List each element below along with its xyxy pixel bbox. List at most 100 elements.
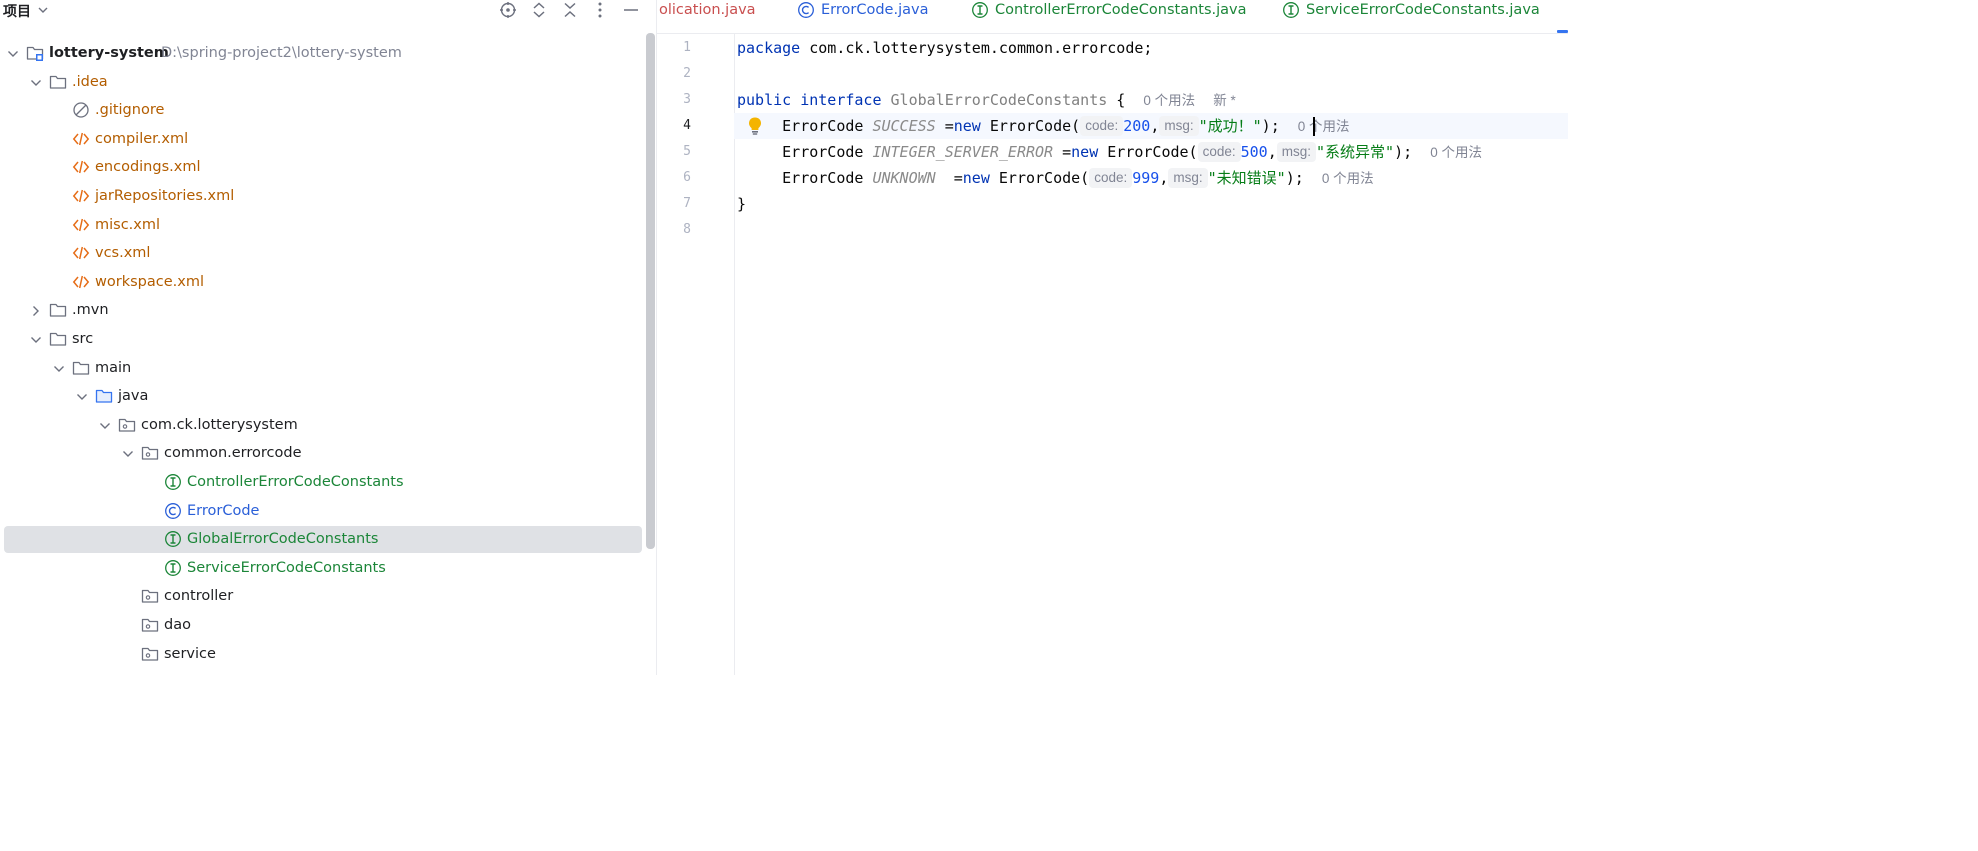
tree-item-label: main (95, 360, 132, 376)
tree-item[interactable]: dao (4, 612, 642, 639)
tree-item[interactable]: src (4, 326, 642, 353)
tree-item[interactable]: .idea (4, 69, 642, 96)
constant-name: INTEGER_SERVER_ERROR (872, 143, 1054, 161)
editor-tab-bar: olication.java ErrorCode.java Controller… (657, 0, 1568, 34)
line-number: 8 (683, 222, 691, 237)
tree-item[interactable]: workspace.xml (4, 269, 642, 296)
param-hint-code: code: (1197, 142, 1241, 162)
type-name: ErrorCode (782, 169, 864, 187)
folder-icon (49, 303, 67, 317)
code-editor: olication.java ErrorCode.java Controller… (657, 0, 1568, 675)
tree-item-label: misc.xml (95, 217, 161, 233)
tree-item-label: com.ck.lotterysystem (141, 417, 298, 433)
tree-item-label: jarRepositories.xml (95, 188, 235, 204)
tree-item[interactable]: ServiceErrorCodeConstants (4, 555, 642, 582)
tree-item[interactable]: service (4, 641, 642, 668)
tree-item[interactable]: controller (4, 583, 642, 610)
project-panel-title[interactable]: 项目 (3, 1, 31, 21)
project-panel-header: 项目 (0, 0, 646, 22)
author-hint[interactable]: 新 * (1213, 93, 1236, 108)
interface-icon (972, 2, 988, 18)
tree-item[interactable]: ControllerErrorCodeConstants (4, 469, 642, 496)
constructor-call: ErrorCode( (998, 169, 1090, 187)
code-line-3[interactable]: public interface GlobalErrorCodeConstant… (737, 87, 1236, 113)
expand-all-icon[interactable] (530, 1, 548, 19)
tree-item-label: .idea (72, 74, 108, 90)
tree-item[interactable]: GlobalErrorCodeConstants (4, 526, 642, 553)
tree-item-label: service (164, 646, 216, 662)
tree-item[interactable]: .gitignore (4, 97, 642, 124)
source-folder-icon (95, 389, 113, 403)
tree-item[interactable]: misc.xml (4, 212, 642, 239)
chevron-down-icon[interactable] (37, 3, 49, 17)
lightbulb-icon[interactable] (746, 116, 764, 136)
line-number: 5 (683, 144, 691, 159)
project-tree-scrollbar[interactable] (646, 33, 655, 549)
chevron-down-icon[interactable] (52, 362, 66, 376)
tab-label: ServiceErrorCodeConstants.java (1306, 2, 1540, 18)
more-options-icon[interactable] (591, 1, 609, 19)
chevron-down-icon[interactable] (121, 447, 135, 461)
type-name: ErrorCode (782, 143, 864, 161)
usages-hint[interactable]: 0 个用法 (1298, 119, 1350, 134)
tab-label: ControllerErrorCodeConstants.java (995, 2, 1247, 18)
chevron-down-icon[interactable] (29, 333, 43, 347)
tree-item-label: controller (164, 588, 234, 604)
tree-item[interactable]: encodings.xml (4, 154, 642, 181)
tree-item-label: vcs.xml (95, 245, 151, 261)
tree-item[interactable]: ErrorCode (4, 498, 642, 525)
package-icon (141, 618, 159, 632)
tree-item[interactable]: .mvn (4, 297, 642, 324)
collapse-all-icon[interactable] (561, 1, 579, 19)
code-line-5[interactable]: ErrorCode INTEGER_SERVER_ERROR =new Erro… (737, 139, 1482, 165)
xml-file-icon (72, 275, 90, 289)
project-path: D:\spring-project2\lottery-system (161, 45, 402, 61)
chevron-right-icon[interactable] (29, 304, 43, 318)
code-line-7[interactable]: } (737, 191, 746, 217)
usages-hint[interactable]: 0 个用法 (1430, 145, 1482, 160)
code-line-4[interactable]: ErrorCode SUCCESS =new ErrorCode(code: 20… (737, 113, 1350, 139)
param-hint-code: code: (1080, 116, 1124, 136)
line-number: 1 (683, 40, 691, 55)
folder-icon (72, 361, 90, 375)
tree-item[interactable]: com.ck.lotterysystem (4, 412, 642, 439)
tree-item[interactable]: main (4, 355, 642, 382)
tree-item[interactable]: common.errorcode (4, 440, 642, 467)
chevron-down-icon[interactable] (98, 419, 112, 433)
tree-item[interactable]: lottery-system D:\spring-project2\lottery… (4, 40, 642, 67)
interface-name: GlobalErrorCodeConstants (890, 91, 1108, 109)
code-line-1[interactable]: package com.ck.lotterysystem.common.erro… (737, 35, 1152, 61)
chevron-down-icon[interactable] (29, 76, 43, 90)
minimize-icon[interactable] (622, 1, 640, 19)
msg-value: "成功！" (1198, 117, 1262, 135)
tree-item-label: encodings.xml (95, 159, 201, 175)
chevron-down-icon[interactable] (6, 47, 20, 61)
code-area[interactable]: package com.ck.lotterysystem.common.erro… (734, 34, 1568, 675)
tree-item-label: lottery-system (49, 45, 169, 61)
class-icon (798, 2, 814, 18)
constant-name: SUCCESS (872, 117, 936, 135)
code-value: 200 (1123, 117, 1151, 135)
chevron-down-icon[interactable] (75, 390, 89, 404)
keyword: interface (800, 91, 882, 109)
line-number: 6 (683, 170, 691, 185)
param-hint-msg: msg: (1276, 142, 1317, 162)
keyword: public (737, 91, 792, 109)
keyword: new (953, 117, 981, 135)
editor-gutter[interactable]: 1 2 3 4 5 6 7 8 (657, 34, 735, 675)
close-brace: } (737, 195, 747, 213)
usages-hint[interactable]: 0 个用法 (1143, 93, 1195, 108)
code-line-6[interactable]: ErrorCode UNKNOWN =new ErrorCode(code: 99… (737, 165, 1374, 191)
line-number: 4 (683, 118, 691, 133)
tree-item[interactable]: compiler.xml (4, 126, 642, 153)
interface-icon (165, 531, 181, 547)
usages-hint[interactable]: 0 个用法 (1322, 171, 1374, 186)
constructor-call: ErrorCode( (989, 117, 1081, 135)
tree-item[interactable]: java (4, 383, 642, 410)
code-value: 500 (1240, 143, 1268, 161)
tree-item[interactable]: vcs.xml (4, 240, 642, 267)
tree-item-label: java (118, 388, 149, 404)
tree-item[interactable]: jarRepositories.xml (4, 183, 642, 210)
locate-icon[interactable] (499, 1, 517, 19)
param-hint-code: code: (1089, 168, 1133, 188)
